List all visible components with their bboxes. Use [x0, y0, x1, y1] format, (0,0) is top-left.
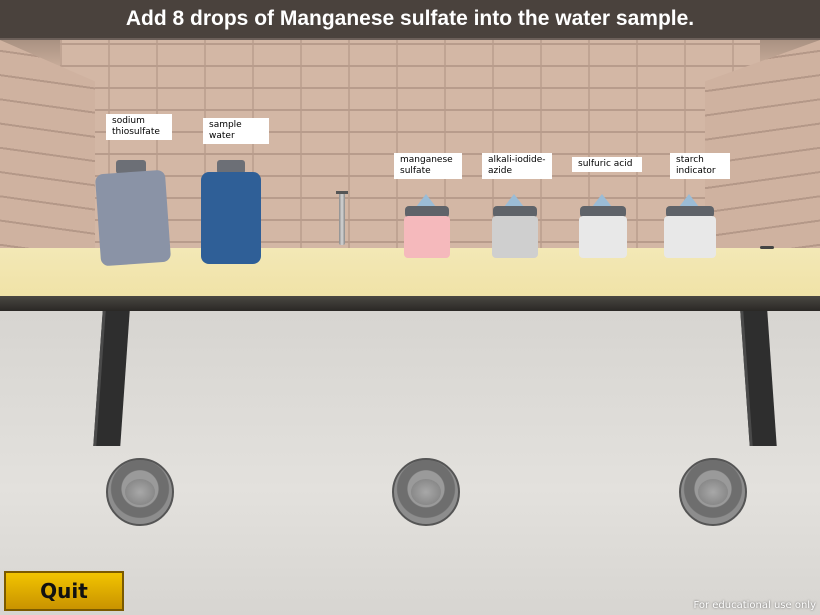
pad-center-icon[interactable] — [392, 458, 460, 526]
label-line: thiosulfate — [112, 127, 160, 137]
label-line: sulfate — [400, 166, 431, 176]
label-line: azide — [488, 166, 512, 176]
sample-water-bottle[interactable] — [201, 160, 263, 264]
label-sodium-thiosulfate: sodium thiosulfate — [106, 114, 172, 140]
syringe[interactable] — [336, 191, 348, 245]
label-starch-indicator: starch indicator — [670, 153, 730, 179]
label-line: sample water — [209, 120, 242, 141]
quit-button[interactable]: Quit — [4, 571, 124, 611]
label-alkali-iodide-azide: alkali-iodide- azide — [482, 153, 552, 179]
starch-indicator-bottle[interactable] — [662, 194, 718, 260]
label-line: sulfuric acid — [578, 159, 633, 169]
label-line: indicator — [676, 166, 716, 176]
sulfuric-acid-bottle[interactable] — [577, 194, 629, 260]
label-manganese-sulfate: manganese sulfate — [394, 153, 462, 179]
instruction-banner: Add 8 drops of Manganese sulfate into th… — [0, 0, 820, 40]
lab-scene: sodium thiosulfate sample water manganes… — [0, 0, 820, 615]
pad-right-icon[interactable] — [679, 458, 747, 526]
manganese-sulfate-bottle[interactable] — [402, 194, 452, 260]
label-sulfuric-acid: sulfuric acid — [572, 157, 642, 172]
label-line: alkali-iodide- — [488, 155, 546, 165]
sodium-thiosulfate-bottle[interactable] — [94, 160, 172, 267]
label-sample-water: sample water — [203, 118, 269, 144]
alkali-iodide-azide-bottle[interactable] — [490, 194, 540, 260]
table-edge — [0, 296, 820, 311]
label-line: sodium — [112, 116, 145, 126]
educational-use-note: For educational use only — [693, 600, 816, 611]
pad-left-icon[interactable] — [106, 458, 174, 526]
table-dropper[interactable] — [760, 246, 774, 249]
label-line: manganese — [400, 155, 453, 165]
label-line: starch — [676, 155, 704, 165]
instruction-text: Add 8 drops of Manganese sulfate into th… — [125, 7, 695, 30]
